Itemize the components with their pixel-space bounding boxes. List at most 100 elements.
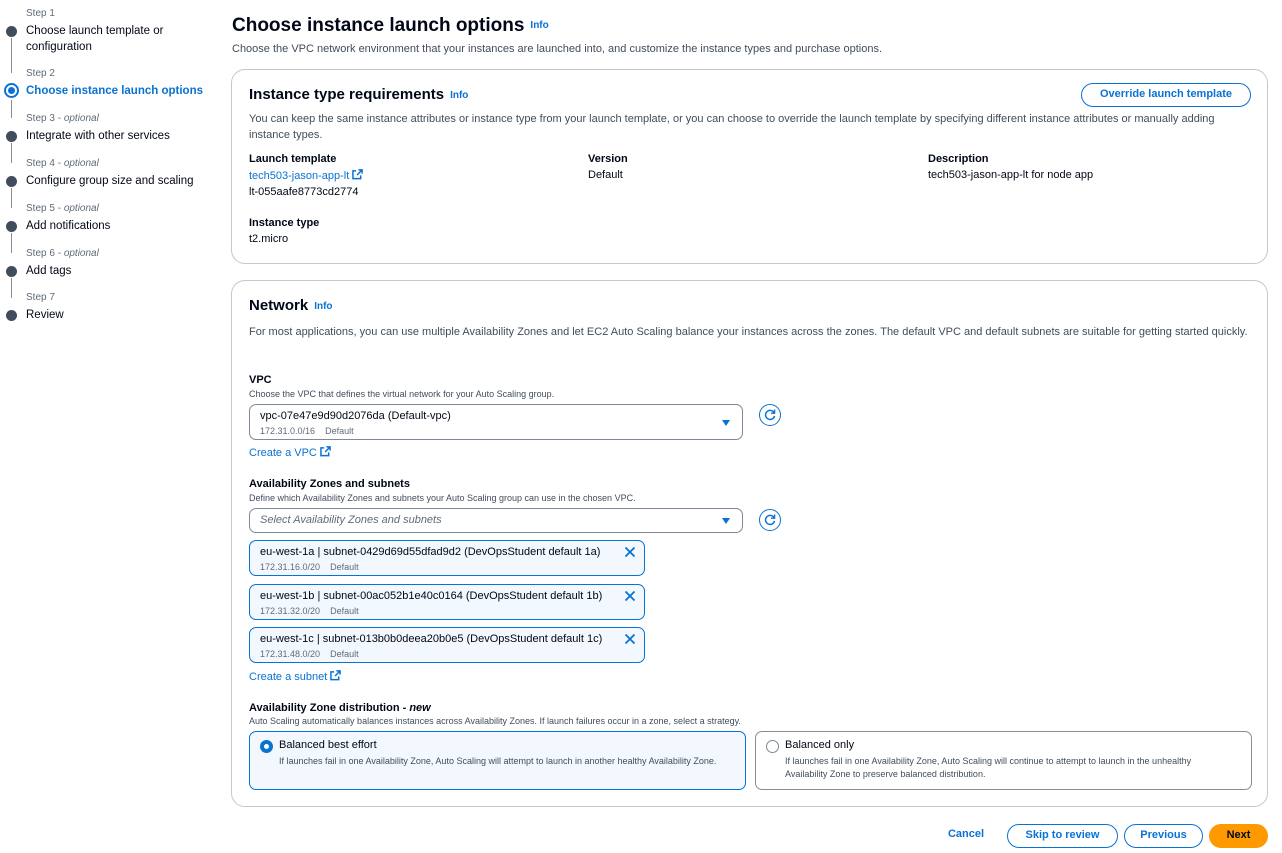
version-label: Version bbox=[588, 153, 628, 165]
description-value: tech503-jason-app-lt for node app bbox=[928, 169, 1094, 181]
step-7-indicator bbox=[6, 310, 17, 321]
az-subnets-hint: Define which Availability Zones and subn… bbox=[249, 493, 636, 503]
step-5-title[interactable]: Add notifications bbox=[26, 218, 206, 234]
previous-button[interactable]: Previous bbox=[1124, 824, 1203, 848]
info-link[interactable]: Info bbox=[450, 90, 468, 101]
step-1-title[interactable]: Choose launch template or configuration bbox=[26, 23, 206, 55]
panel-title-text: Network bbox=[249, 297, 309, 314]
balanced-best-effort-option[interactable]: Balanced best effort If launches fail in… bbox=[249, 731, 746, 790]
step-3-title[interactable]: Integrate with other services bbox=[26, 128, 206, 144]
close-icon[interactable] bbox=[624, 546, 636, 558]
close-icon[interactable] bbox=[624, 590, 636, 602]
panel-title: Network Info bbox=[249, 297, 333, 314]
option-description: If launches fail in one Availability Zon… bbox=[279, 756, 717, 766]
instance-type-panel: Instance type requirements Info Override … bbox=[231, 69, 1268, 264]
step-1-indicator bbox=[6, 26, 17, 37]
instance-type-label: Instance type bbox=[249, 217, 320, 229]
info-link[interactable]: Info bbox=[314, 301, 332, 312]
step-5[interactable]: Step 5 - optional Add notifications bbox=[0, 203, 215, 253]
step-7-title[interactable]: Review bbox=[26, 307, 206, 323]
radio-unselected[interactable] bbox=[766, 740, 779, 753]
description-label: Description bbox=[928, 153, 989, 165]
network-panel: Network Info For most applications, you c… bbox=[231, 280, 1268, 807]
step-6-title[interactable]: Add tags bbox=[26, 263, 206, 279]
step-3-number: Step 3 - optional bbox=[26, 113, 99, 124]
instance-type-value: t2.micro bbox=[249, 233, 289, 245]
next-button[interactable]: Next bbox=[1209, 824, 1268, 848]
subnet-token-label: eu-west-1a | subnet-0429d69d55dfad9d2 (D… bbox=[260, 546, 601, 558]
create-subnet-label[interactable]: Create a subnet bbox=[249, 671, 327, 683]
skip-to-review-button[interactable]: Skip to review bbox=[1007, 824, 1118, 848]
chevron-down-icon bbox=[722, 420, 730, 426]
page-title: Choose instance launch options Info bbox=[232, 15, 549, 37]
step-4-title[interactable]: Configure group size and scaling bbox=[26, 173, 206, 189]
step-2-number: Step 2 bbox=[26, 68, 55, 79]
option-description: If launches fail in one Availability Zon… bbox=[785, 756, 1192, 779]
az-subnets-placeholder: Select Availability Zones and subnets bbox=[260, 514, 442, 526]
subnet-token: eu-west-1a | subnet-0429d69d55dfad9d2 (D… bbox=[249, 540, 645, 576]
launch-template-link[interactable]: tech503-jason-app-lt bbox=[249, 169, 364, 182]
vpc-select[interactable]: vpc-07e47e9d90d2076da (Default-vpc) 172.… bbox=[249, 404, 743, 440]
page-title-text: Choose instance launch options bbox=[232, 15, 525, 36]
launch-template-name[interactable]: tech503-jason-app-lt bbox=[249, 170, 349, 182]
cancel-button[interactable]: Cancel bbox=[936, 824, 996, 848]
panel-description: For most applications, you can use multi… bbox=[249, 326, 1248, 338]
step-7[interactable]: Step 7 Review bbox=[0, 292, 215, 327]
panel-description: You can keep the same instance attribute… bbox=[249, 113, 1215, 141]
vpc-hint: Choose the VPC that defines the virtual … bbox=[249, 389, 555, 399]
az-distribution-hint: Auto Scaling automatically balances inst… bbox=[249, 716, 741, 726]
az-subnets-select[interactable]: Select Availability Zones and subnets bbox=[249, 508, 743, 533]
az-subnets-label: Availability Zones and subnets bbox=[249, 478, 410, 490]
step-2-title[interactable]: Choose instance launch options bbox=[26, 83, 206, 99]
step-4-indicator bbox=[6, 176, 17, 187]
step-2[interactable]: Step 2 Choose instance launch options bbox=[0, 68, 215, 118]
step-4[interactable]: Step 4 - optional Configure group size a… bbox=[0, 158, 215, 208]
vpc-select-detail: 172.31.0.0/16 Default bbox=[260, 426, 354, 436]
new-badge: new bbox=[409, 702, 431, 714]
az-distribution-label: Availability Zone distribution - new bbox=[249, 702, 431, 714]
subnet-token-label: eu-west-1b | subnet-00ac052b1e40c0164 (D… bbox=[260, 590, 603, 602]
override-launch-template-button[interactable]: Override launch template bbox=[1081, 83, 1251, 107]
external-link-icon bbox=[352, 169, 364, 180]
step-1[interactable]: Step 1 Choose launch template or configu… bbox=[0, 8, 215, 73]
create-vpc-link[interactable]: Create a VPC bbox=[249, 445, 331, 459]
vpc-label: VPC bbox=[249, 374, 272, 386]
launch-template-id: lt-055aafe8773cd2774 bbox=[249, 186, 359, 198]
step-5-number: Step 5 - optional bbox=[26, 203, 99, 214]
step-3-indicator bbox=[6, 131, 17, 142]
panel-title: Instance type requirements Info bbox=[249, 86, 468, 103]
subnet-token-label: eu-west-1c | subnet-013b0b0deea20b0e5 (D… bbox=[260, 633, 603, 645]
subnet-token-detail: 172.31.32.0/20 Default bbox=[260, 606, 359, 616]
subnet-token: eu-west-1b | subnet-00ac052b1e40c0164 (D… bbox=[249, 584, 645, 620]
step-2-indicator bbox=[4, 83, 19, 98]
step-1-number: Step 1 bbox=[26, 8, 55, 19]
create-subnet-link[interactable]: Create a subnet bbox=[249, 669, 342, 683]
subnet-token: eu-west-1c | subnet-013b0b0deea20b0e5 (D… bbox=[249, 627, 645, 663]
external-link-icon bbox=[330, 670, 342, 681]
subnet-token-detail: 172.31.16.0/20 Default bbox=[260, 562, 359, 572]
step-7-number: Step 7 bbox=[26, 292, 55, 303]
refresh-icon[interactable] bbox=[759, 509, 781, 531]
panel-title-text: Instance type requirements bbox=[249, 86, 445, 103]
chevron-down-icon bbox=[722, 518, 730, 524]
refresh-icon[interactable] bbox=[759, 404, 781, 426]
option-title: Balanced only bbox=[785, 739, 855, 751]
version-value: Default bbox=[588, 169, 623, 181]
step-5-indicator bbox=[6, 221, 17, 232]
step-4-number: Step 4 - optional bbox=[26, 158, 99, 169]
launch-template-label: Launch template bbox=[249, 153, 337, 165]
step-6[interactable]: Step 6 - optional Add tags bbox=[0, 248, 215, 298]
step-3[interactable]: Step 3 - optional Integrate with other s… bbox=[0, 113, 215, 163]
balanced-only-option[interactable]: Balanced only If launches fail in one Av… bbox=[755, 731, 1252, 790]
page-description: Choose the VPC network environment that … bbox=[232, 43, 882, 55]
info-link[interactable]: Info bbox=[530, 20, 548, 31]
step-6-indicator bbox=[6, 266, 17, 277]
step-6-number: Step 6 - optional bbox=[26, 248, 99, 259]
vpc-select-value: vpc-07e47e9d90d2076da (Default-vpc) bbox=[260, 410, 451, 422]
option-title: Balanced best effort bbox=[279, 739, 377, 751]
close-icon[interactable] bbox=[624, 633, 636, 645]
external-link-icon bbox=[320, 446, 331, 457]
subnet-token-detail: 172.31.48.0/20 Default bbox=[260, 649, 359, 659]
create-vpc-label[interactable]: Create a VPC bbox=[249, 447, 317, 459]
radio-selected[interactable] bbox=[260, 740, 273, 753]
